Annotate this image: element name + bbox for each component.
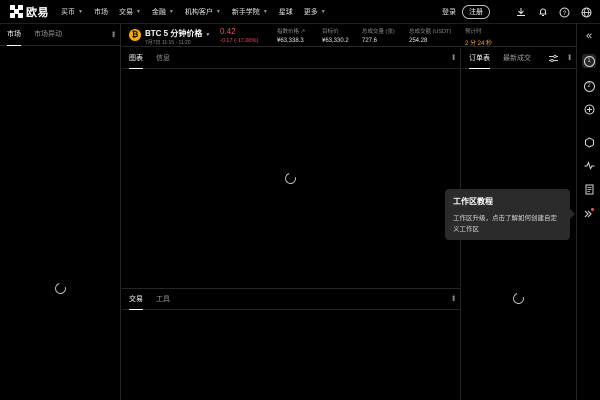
stat-label: 目标价	[322, 29, 339, 35]
chevron-down-icon: ▼	[320, 8, 326, 15]
pulse-icon	[584, 160, 594, 170]
step-1-icon: 1	[583, 55, 595, 67]
nav-finance[interactable]: 金融 ▼	[152, 7, 174, 17]
layout-button[interactable]	[582, 135, 596, 149]
ticker-bar: ₿ BTC 5 分钟价格 ▼ 7月7日 11:15 - 11:20 0.42 -0…	[122, 24, 576, 47]
nav-label: 新手学院	[231, 8, 260, 16]
tab-info[interactable]: 信息	[156, 48, 170, 69]
bell-icon[interactable]	[537, 7, 548, 18]
nav-planet[interactable]: 星球	[279, 7, 293, 17]
nav-buy-crypto[interactable]: 买币 ▼	[61, 7, 83, 17]
more-options-icon[interactable]: •••	[449, 54, 458, 59]
nav-markets[interactable]: 市场	[94, 7, 108, 17]
download-icon[interactable]	[515, 7, 526, 18]
nav-label: 更多	[303, 8, 318, 16]
loading-spinner-icon	[510, 290, 527, 307]
nav-institutional[interactable]: 机构客户 ▼	[185, 7, 221, 17]
nav-trade[interactable]: 交易 ▼	[119, 7, 141, 17]
stat-value: 254.28	[409, 38, 428, 44]
tab-tools[interactable]: 工具	[156, 289, 170, 310]
stat-label: 预计时	[465, 29, 482, 35]
tooltip-body: 工作区升级，点击了解如何创建自定义工作区	[453, 215, 557, 233]
tutorial-icon	[584, 208, 594, 218]
stat-countdown: 预计时 2 分 24 秒	[465, 27, 492, 47]
more-options-icon[interactable]: •••	[109, 31, 118, 36]
svg-text:?: ?	[563, 11, 567, 17]
market-tabs: 市场 市场异动 •••	[0, 24, 120, 46]
nav-right-group: 登录 注册 ?	[442, 0, 592, 24]
document-button[interactable]	[582, 182, 596, 196]
tab-orderbook[interactable]: 订单表	[469, 48, 490, 69]
top-navigation-bar: 欧易 买币 ▼ 市场 交易 ▼ 金融 ▼ 机构客户 ▼ 新手学院 ▼ 星球 更多 ▼ 登录 …	[0, 0, 600, 24]
document-icon	[585, 184, 593, 194]
collapse-icon[interactable]: «	[582, 29, 596, 43]
stat-target-price: 目标价 ¥63,330.2	[322, 27, 349, 44]
pair-time-range: 7月7日 11:15 - 11:20	[145, 40, 191, 46]
price-change: -0.17 (-17.00%)	[220, 38, 259, 44]
activity-button[interactable]	[582, 158, 596, 172]
stat-value: ¥63,338.3	[277, 38, 304, 44]
nav-label: 市场	[93, 8, 108, 16]
last-price: 0.42	[220, 27, 236, 36]
stat-label: 总成交量 (张)	[362, 29, 395, 35]
tab-chart[interactable]: 图表	[129, 48, 143, 69]
stat-value: 2 分 24 秒	[465, 41, 493, 47]
loading-spinner-icon	[282, 170, 299, 187]
chevron-down-icon: ▼	[215, 8, 221, 15]
tab-market-movers[interactable]: 市场异动	[34, 24, 62, 46]
chevron-down-icon: ▼	[262, 8, 268, 15]
step-2-icon: 2	[583, 80, 595, 92]
tab-trade[interactable]: 交易	[129, 289, 143, 310]
workspace-step-2-button[interactable]: 2	[582, 79, 596, 93]
hexagon-icon	[584, 136, 594, 148]
chevron-down-icon: ▼	[205, 32, 211, 38]
settings-slider-icon[interactable]	[549, 54, 558, 63]
tab-latest-trades[interactable]: 最新成交	[503, 48, 531, 69]
register-button[interactable]: 注册	[462, 5, 490, 19]
trade-panel: 交易 工具 •••	[122, 288, 461, 400]
globe-icon[interactable]	[581, 7, 592, 18]
stat-label[interactable]: 指数价格 ↗	[277, 27, 305, 35]
market-panel: 市场 市场异动 •••	[0, 24, 121, 400]
chart-tabs: 图表 信息 •••	[122, 48, 460, 69]
add-widget-button[interactable]	[582, 102, 596, 116]
nav-academy[interactable]: 新手学院 ▼	[232, 7, 268, 17]
nav-label: 机构客户	[184, 8, 213, 16]
right-toolbar: « 1 2	[576, 24, 600, 400]
help-icon[interactable]: ?	[559, 7, 570, 18]
pair-selector[interactable]: BTC 5 分钟价格 ▼	[145, 28, 210, 39]
chevron-down-icon: ▼	[168, 8, 174, 15]
stat-turnover: 总成交额 (USDT) 254.28	[409, 27, 451, 44]
more-options-icon[interactable]: •••	[565, 54, 574, 59]
nav-label: 金融	[151, 8, 166, 16]
stat-label: 总成交额 (USDT)	[409, 29, 452, 35]
workspace-tutorial-tooltip[interactable]: 工作区教程 工作区升级，点击了解如何创建自定义工作区	[445, 189, 575, 240]
login-link[interactable]: 登录	[442, 7, 456, 17]
pair-name: BTC 5 分钟价格	[145, 29, 203, 38]
tooltip-title: 工作区教程	[453, 197, 493, 206]
more-options-icon[interactable]: •••	[449, 295, 458, 300]
nav-more[interactable]: 更多 ▼	[304, 7, 326, 17]
nav-label: 买币	[61, 8, 75, 16]
stat-index-price: 指数价格 ↗ ¥63,338.3	[277, 27, 305, 44]
stat-volume: 总成交量 (张) 727.6	[362, 27, 395, 44]
loading-spinner-icon	[52, 280, 69, 297]
logo-mark-icon	[10, 5, 23, 18]
trade-tabs: 交易 工具 •••	[122, 289, 460, 310]
stat-value: ¥63,330.2	[322, 38, 349, 44]
chart-panel: 图表 信息 •••	[122, 48, 461, 287]
tab-market[interactable]: 市场	[7, 24, 21, 46]
nav-label: 星球	[278, 8, 293, 16]
chevron-down-icon: ▼	[135, 8, 141, 15]
chevron-down-icon: ▼	[78, 8, 83, 15]
tutorial-button[interactable]	[582, 206, 596, 220]
orderbook-tabs: 订单表 最新成交 •••	[462, 48, 576, 69]
workspace-step-1-button[interactable]: 1	[582, 54, 596, 68]
nav-label: 交易	[118, 8, 133, 16]
logo-text: 欧易	[26, 6, 49, 19]
btc-coin-icon: ₿	[129, 29, 141, 41]
plus-circle-icon	[584, 104, 594, 114]
stat-value: 727.6	[362, 38, 378, 44]
okx-logo[interactable]: 欧易	[10, 4, 49, 20]
